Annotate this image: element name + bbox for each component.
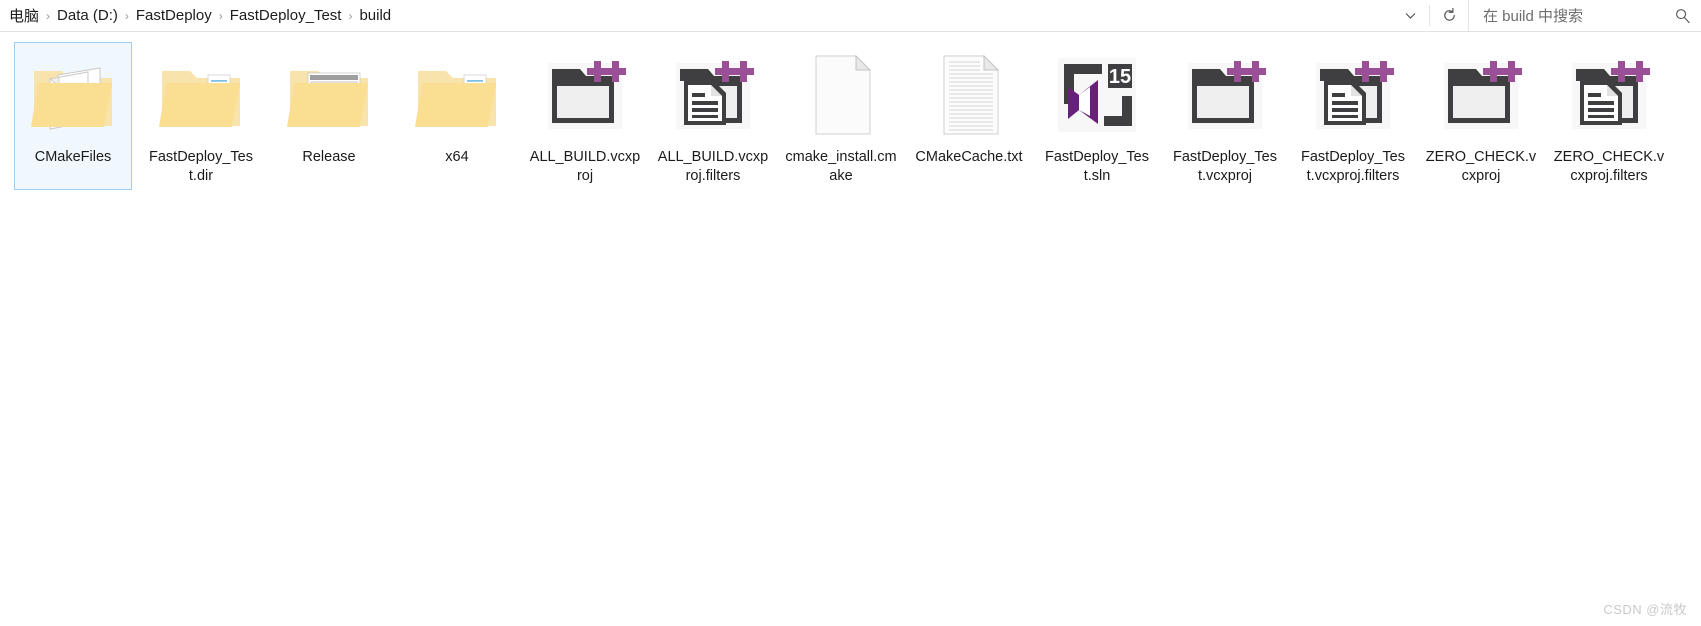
file-item-label: ALL_BUILD.vcxproj <box>529 149 641 184</box>
vcxproj-filters-icon <box>1561 47 1657 143</box>
file-item-x64[interactable]: x64 <box>398 42 516 190</box>
refresh-button[interactable] <box>1430 0 1468 31</box>
document-glyph <box>1580 81 1622 125</box>
folder-window-icon <box>281 47 377 143</box>
file-item-label: FastDeploy_Test.dir <box>149 149 253 184</box>
document-glyph <box>1324 81 1366 125</box>
file-item-label: CMakeFiles <box>34 149 112 165</box>
vcxproj-filters-icon <box>1305 47 1401 143</box>
file-item-label: ZERO_CHECK.vcxproj.filters <box>1553 149 1665 184</box>
address-bar-controls: 在 build 中搜索 <box>1391 0 1701 31</box>
breadcrumb-separator-icon: › <box>46 8 51 23</box>
file-item-label: FastDeploy_Test.vcxproj.filters <box>1301 149 1405 184</box>
file-item-fastdeploy-test-sln[interactable]: 15 FastDeploy_Test.sln <box>1038 42 1156 190</box>
search-box[interactable]: 在 build 中搜索 <box>1468 0 1701 31</box>
search-icon[interactable] <box>1674 7 1691 24</box>
file-item-cmakecache-txt[interactable]: CMakeCache.txt <box>910 42 1028 190</box>
file-item-label: FastDeploy_Test.vcxproj <box>1173 149 1277 184</box>
file-item-zero-check-vcxproj-filters[interactable]: ZERO_CHECK.vcxproj.filters <box>1550 42 1668 190</box>
file-item-label: ALL_BUILD.vcxproj.filters <box>657 149 769 184</box>
folder-documents-icon <box>25 47 121 143</box>
file-item-cmakefiles[interactable]: CMakeFiles <box>14 42 132 190</box>
generic-file-icon <box>793 47 889 143</box>
breadcrumb-item-3[interactable]: FastDeploy_Test <box>225 5 347 26</box>
file-item-fastdeploy-test-vcxproj-filters[interactable]: FastDeploy_Test.vcxproj.filters <box>1294 42 1412 190</box>
address-history-dropdown-button[interactable] <box>1391 0 1429 31</box>
search-input[interactable]: 在 build 中搜索 <box>1483 5 1674 26</box>
file-grid: CMakeFiles FastDeploy_Test.dir Release x… <box>14 42 1694 196</box>
vcxproj-icon <box>1177 47 1273 143</box>
file-list-view: CMakeFiles FastDeploy_Test.dir Release x… <box>0 32 1701 626</box>
vcxproj-filters-icon <box>665 47 761 143</box>
file-item-release[interactable]: Release <box>270 42 388 190</box>
breadcrumb-separator-icon: › <box>218 8 223 23</box>
breadcrumb-separator-icon: › <box>348 8 353 23</box>
file-item-label: FastDeploy_Test.sln <box>1045 149 1149 184</box>
svg-text:15: 15 <box>1109 66 1131 88</box>
file-item-all-build-vcxproj-filters[interactable]: ALL_BUILD.vcxproj.filters <box>654 42 772 190</box>
breadcrumb-item-0[interactable]: 电脑 <box>4 3 44 28</box>
file-item-zero-check-vcxproj[interactable]: ZERO_CHECK.vcxproj <box>1422 42 1540 190</box>
chevron-down-icon <box>1405 13 1415 19</box>
watermark: CSDN @流牧 <box>1603 602 1687 617</box>
file-item-label: ZERO_CHECK.vcxproj <box>1425 149 1537 184</box>
text-file-icon <box>921 47 1017 143</box>
file-item-fastdeploy-test-vcxproj[interactable]: FastDeploy_Test.vcxproj <box>1166 42 1284 190</box>
vcxproj-icon <box>537 47 633 143</box>
file-item-label: Release <box>302 149 356 165</box>
file-item-cmake-install[interactable]: cmake_install.cmake <box>782 42 900 190</box>
file-item-label: cmake_install.cmake <box>785 149 897 184</box>
breadcrumb-item-4[interactable]: build <box>354 5 396 26</box>
breadcrumb[interactable]: 电脑 › Data (D:) › FastDeploy › FastDeploy… <box>0 0 1391 31</box>
vcxproj-icon <box>1433 47 1529 143</box>
file-item-label: x64 <box>445 149 469 165</box>
breadcrumb-item-1[interactable]: Data (D:) <box>52 5 123 26</box>
refresh-icon <box>1443 7 1455 21</box>
address-bar: 电脑 › Data (D:) › FastDeploy › FastDeploy… <box>0 0 1701 32</box>
document-glyph <box>684 81 726 125</box>
file-item-label: CMakeCache.txt <box>915 149 1023 165</box>
visual-studio-sln-icon: 15 <box>1049 47 1145 143</box>
folder-files-icon <box>409 47 505 143</box>
breadcrumb-separator-icon: › <box>124 8 129 23</box>
folder-files-icon <box>153 47 249 143</box>
file-item-all-build-vcxproj[interactable]: ALL_BUILD.vcxproj <box>526 42 644 190</box>
file-item-fastdeploy-test-dir[interactable]: FastDeploy_Test.dir <box>142 42 260 190</box>
breadcrumb-item-2[interactable]: FastDeploy <box>131 5 217 26</box>
